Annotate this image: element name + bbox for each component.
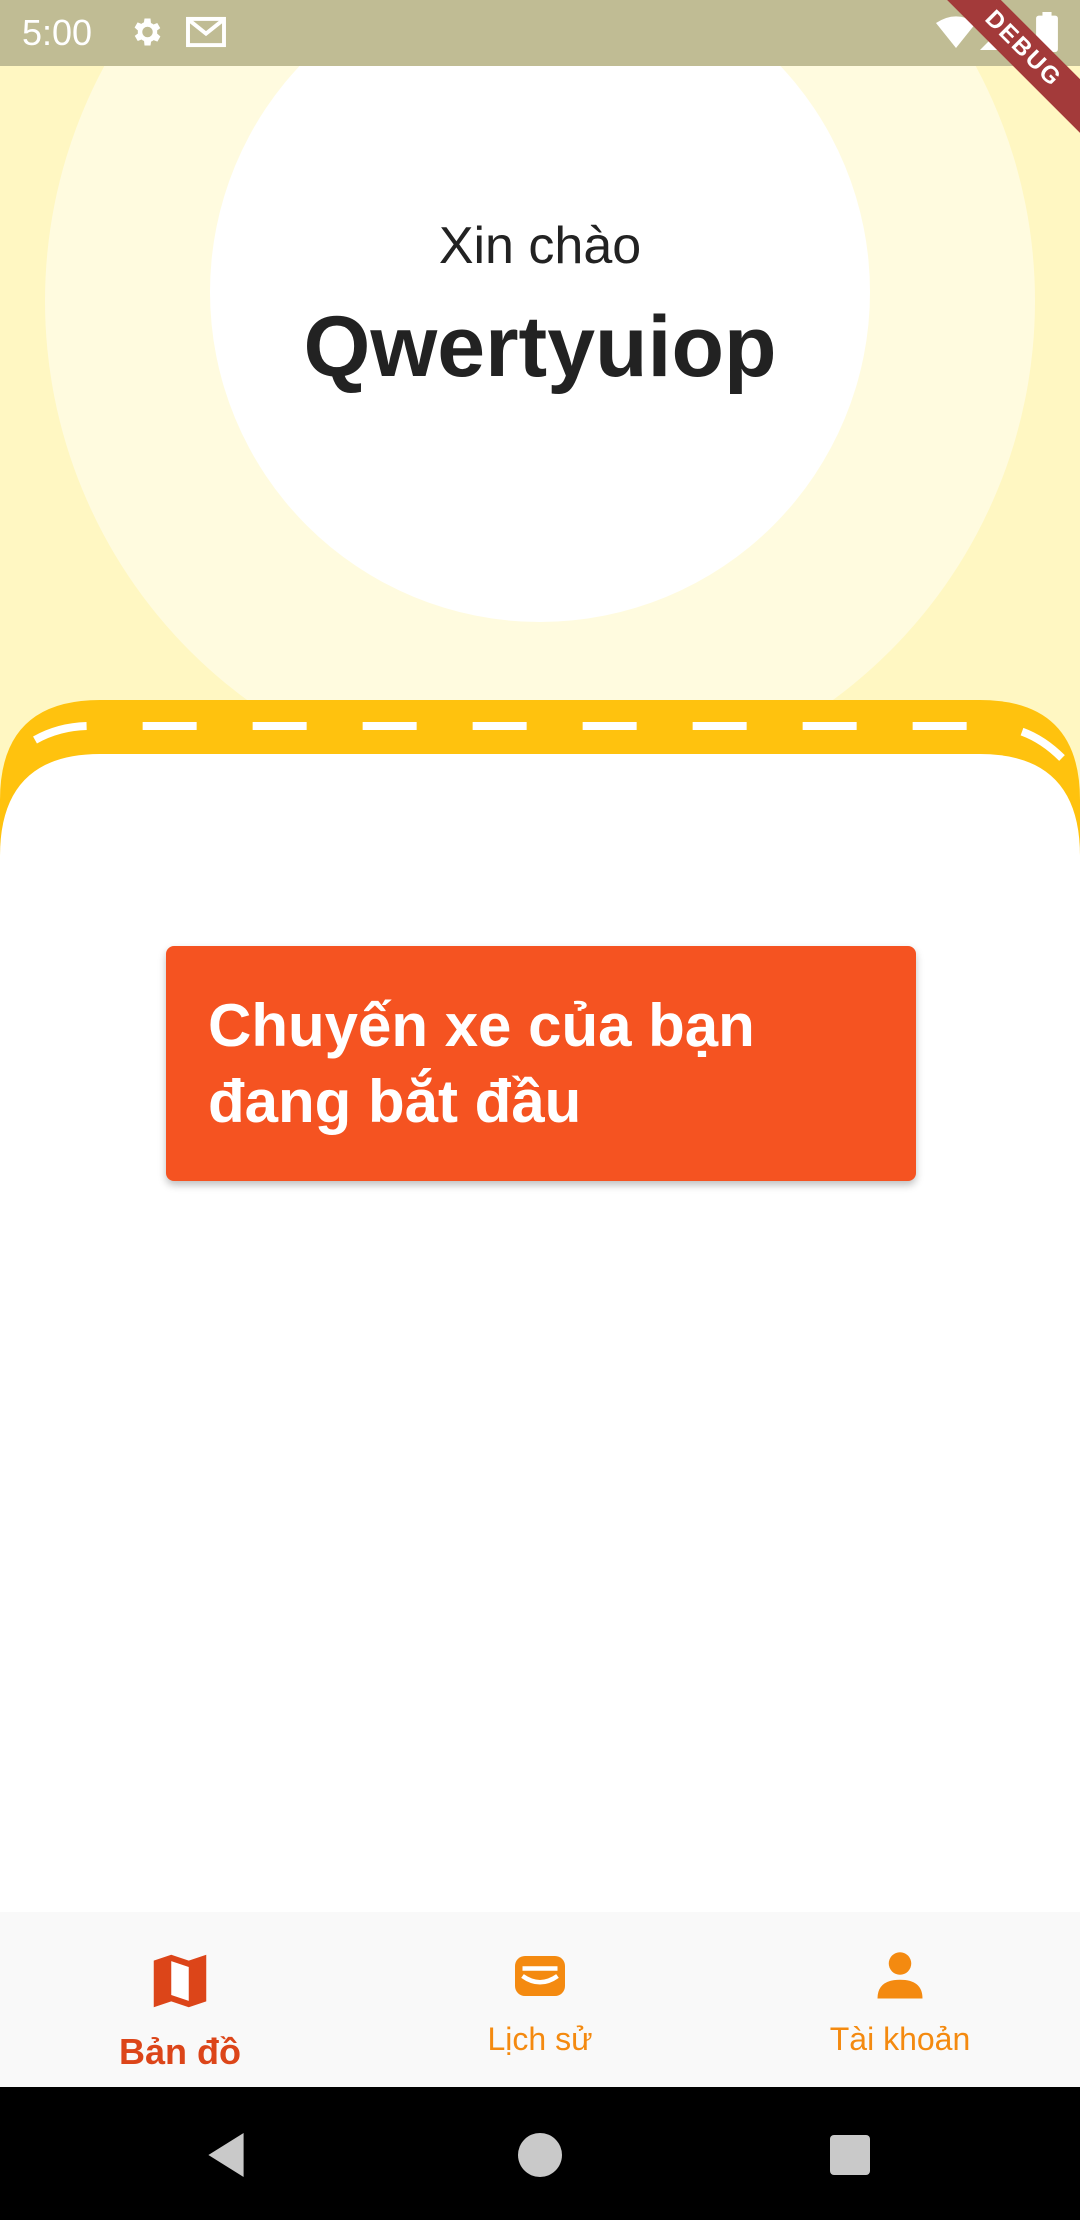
map-icon [145, 1946, 215, 2021]
nav-label-account: Tài khoản [829, 2021, 971, 2057]
greeting-text: Xin chào [438, 217, 642, 275]
wallet-icon [510, 1946, 570, 2011]
back-icon[interactable] [204, 2133, 248, 2182]
recents-icon[interactable] [830, 2135, 870, 2180]
username: Qwertyuiop [303, 299, 777, 395]
trip-status-text: Chuyến xe của bạn đang bắt đầu [208, 992, 755, 1135]
nav-item-history[interactable]: Lịch sử [360, 1912, 720, 2087]
gmail-icon [184, 14, 228, 55]
trip-status-card[interactable]: Chuyến xe của bạn đang bắt đầu [166, 946, 916, 1181]
nav-item-account[interactable]: Tài khoản [720, 1912, 1080, 2087]
nav-item-map[interactable]: Bản đồ [0, 1912, 360, 2087]
nav-label-map: Bản đồ [119, 2031, 241, 2072]
status-bar: 5:00 [0, 0, 1080, 66]
home-icon[interactable] [518, 2133, 562, 2182]
greeting-header: Xin chào Qwertyuiop [0, 66, 1080, 806]
bottom-navigation: Bản đồ Lịch sử Tài khoản [0, 1912, 1080, 2087]
system-navigation-bar [0, 2087, 1080, 2220]
status-time: 5:00 [22, 12, 93, 53]
nav-label-history: Lịch sử [487, 2021, 593, 2057]
settings-icon [128, 14, 164, 55]
person-icon [870, 1946, 930, 2011]
road-divider [0, 700, 1080, 898]
